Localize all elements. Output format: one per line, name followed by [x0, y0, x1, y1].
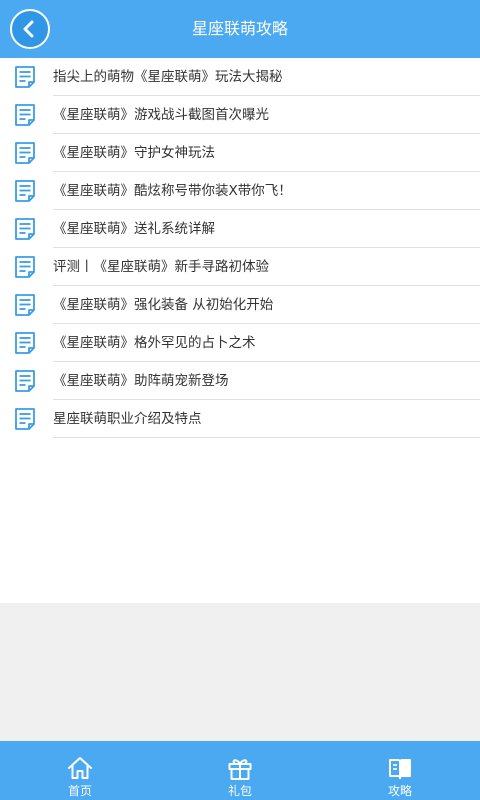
document-icon [15, 104, 35, 126]
document-icon [15, 180, 35, 202]
header-bar: 星座联萌攻略 [0, 0, 480, 58]
document-icon [15, 294, 35, 316]
document-icon [15, 218, 35, 240]
document-icon [15, 256, 35, 278]
gift-icon [228, 759, 252, 780]
bottom-tab-bar: 首页 礼包 攻略 [0, 741, 480, 800]
divider [53, 437, 480, 438]
article-title: 《星座联萌》格外罕见的占卜之术 [53, 335, 256, 351]
page-title: 星座联萌攻略 [191, 19, 288, 38]
article-item[interactable]: 《星座联萌》强化装备 从初始化开始 [0, 286, 480, 324]
article-title: 《星座联萌》助阵萌宠新登场 [53, 373, 229, 389]
document-icon [15, 370, 35, 392]
article-item[interactable]: 《星座联萌》格外罕见的占卜之术 [0, 324, 480, 362]
article-title: 《星座联萌》送礼系统详解 [53, 221, 215, 237]
document-icon [15, 66, 35, 88]
article-item[interactable]: 《星座联萌》酷炫称号带你装X带你飞！ [0, 172, 480, 210]
home-icon [68, 757, 92, 779]
tab-home[interactable]: 首页 [0, 741, 160, 800]
article-item[interactable]: 指尖上的萌物《星座联萌》玩法大揭秘 [0, 58, 480, 96]
article-list-container: 指尖上的萌物《星座联萌》玩法大揭秘 《星座联萌》游戏战斗截图首次曝光 《星座联萌… [0, 58, 480, 603]
article-item[interactable]: 星座联萌职业介绍及特点 [0, 400, 480, 438]
article-item[interactable]: 《星座联萌》送礼系统详解 [0, 210, 480, 248]
tab-home-label: 首页 [67, 784, 92, 798]
tab-guide-label: 攻略 [387, 784, 412, 798]
article-item[interactable]: 《星座联萌》守护女神玩法 [0, 134, 480, 172]
document-icon [15, 408, 35, 430]
document-icon [15, 142, 35, 164]
tab-guide[interactable]: 攻略 [320, 741, 480, 800]
article-item[interactable]: 《星座联萌》助阵萌宠新登场 [0, 362, 480, 400]
article-title: 指尖上的萌物《星座联萌》玩法大揭秘 [53, 69, 283, 85]
document-icon [15, 332, 35, 354]
article-title: 星座联萌职业介绍及特点 [53, 411, 202, 427]
article-title: 《星座联萌》酷炫称号带你装X带你飞！ [53, 183, 292, 199]
article-list: 指尖上的萌物《星座联萌》玩法大揭秘 《星座联萌》游戏战斗截图首次曝光 《星座联萌… [0, 58, 480, 438]
tab-gift[interactable]: 礼包 [160, 741, 320, 800]
article-title: 《星座联萌》游戏战斗截图首次曝光 [53, 107, 269, 123]
article-title: 《星座联萌》守护女神玩法 [53, 145, 215, 161]
article-title: 评测丨《星座联萌》新手寻路初体验 [53, 259, 269, 275]
tab-gift-label: 礼包 [227, 784, 252, 798]
article-item[interactable]: 《星座联萌》游戏战斗截图首次曝光 [0, 96, 480, 134]
book-icon [389, 759, 411, 779]
article-item[interactable]: 评测丨《星座联萌》新手寻路初体验 [0, 248, 480, 286]
article-title: 《星座联萌》强化装备 从初始化开始 [53, 297, 274, 313]
